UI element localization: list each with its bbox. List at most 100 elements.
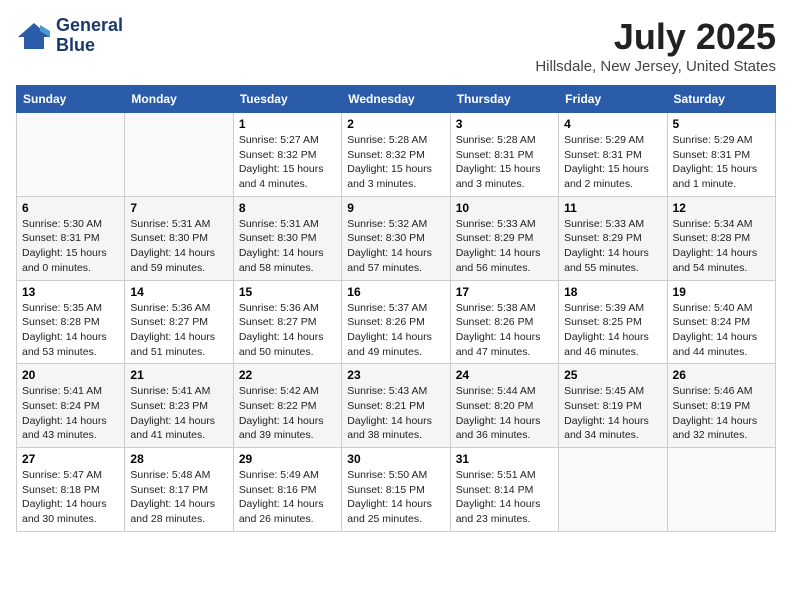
calendar-week-row: 1 Sunrise: 5:27 AMSunset: 8:32 PMDaylight… xyxy=(17,113,776,197)
day-number: 15 xyxy=(239,285,336,299)
day-info: Sunrise: 5:46 AMSunset: 8:19 PMDaylight:… xyxy=(673,384,770,443)
logo-line1: General xyxy=(56,16,123,36)
calendar-cell: 6 Sunrise: 5:30 AMSunset: 8:31 PMDaylight… xyxy=(17,196,125,280)
day-number: 23 xyxy=(347,368,444,382)
day-number: 5 xyxy=(673,117,770,131)
weekday-header: Monday xyxy=(125,86,233,113)
weekday-header: Sunday xyxy=(17,86,125,113)
calendar-table: SundayMondayTuesdayWednesdayThursdayFrid… xyxy=(16,85,776,532)
calendar-week-row: 13 Sunrise: 5:35 AMSunset: 8:28 PMDayligh… xyxy=(17,280,776,364)
day-number: 30 xyxy=(347,452,444,466)
calendar-cell: 7 Sunrise: 5:31 AMSunset: 8:30 PMDaylight… xyxy=(125,196,233,280)
calendar-cell: 25 Sunrise: 5:45 AMSunset: 8:19 PMDayligh… xyxy=(559,364,667,448)
calendar-cell: 14 Sunrise: 5:36 AMSunset: 8:27 PMDayligh… xyxy=(125,280,233,364)
day-info: Sunrise: 5:36 AMSunset: 8:27 PMDaylight:… xyxy=(239,301,336,360)
day-number: 3 xyxy=(456,117,553,131)
day-number: 12 xyxy=(673,201,770,215)
day-info: Sunrise: 5:29 AMSunset: 8:31 PMDaylight:… xyxy=(673,133,770,192)
calendar-cell: 27Sunrise: 5:47 AMSunset: 8:18 PMDayligh… xyxy=(17,448,125,532)
calendar-cell: 22 Sunrise: 5:42 AMSunset: 8:22 PMDayligh… xyxy=(233,364,341,448)
day-info: Sunrise: 5:51 AMSunset: 8:14 PMDaylight:… xyxy=(456,468,553,527)
logo: General Blue xyxy=(16,16,123,56)
logo-icon xyxy=(16,21,52,51)
calendar-cell: 4 Sunrise: 5:29 AMSunset: 8:31 PMDaylight… xyxy=(559,113,667,197)
calendar-cell: 24Sunrise: 5:44 AMSunset: 8:20 PMDayligh… xyxy=(450,364,558,448)
calendar-cell: 17 Sunrise: 5:38 AMSunset: 8:26 PMDayligh… xyxy=(450,280,558,364)
calendar-cell: 18 Sunrise: 5:39 AMSunset: 8:25 PMDayligh… xyxy=(559,280,667,364)
day-number: 19 xyxy=(673,285,770,299)
calendar-cell: 8Sunrise: 5:31 AMSunset: 8:30 PMDaylight… xyxy=(233,196,341,280)
day-info: Sunrise: 5:35 AMSunset: 8:28 PMDaylight:… xyxy=(22,301,119,360)
day-info: Sunrise: 5:37 AMSunset: 8:26 PMDaylight:… xyxy=(347,301,444,360)
calendar-cell: 31 Sunrise: 5:51 AMSunset: 8:14 PMDayligh… xyxy=(450,448,558,532)
day-info: Sunrise: 5:41 AMSunset: 8:23 PMDaylight:… xyxy=(130,384,227,443)
calendar-cell: 5 Sunrise: 5:29 AMSunset: 8:31 PMDaylight… xyxy=(667,113,775,197)
day-number: 17 xyxy=(456,285,553,299)
day-info: Sunrise: 5:28 AMSunset: 8:31 PMDaylight:… xyxy=(456,133,553,192)
day-number: 8 xyxy=(239,201,336,215)
calendar-cell: 11 Sunrise: 5:33 AMSunset: 8:29 PMDayligh… xyxy=(559,196,667,280)
calendar-cell: 3 Sunrise: 5:28 AMSunset: 8:31 PMDaylight… xyxy=(450,113,558,197)
day-info: Sunrise: 5:49 AMSunset: 8:16 PMDaylight:… xyxy=(239,468,336,527)
weekday-header: Wednesday xyxy=(342,86,450,113)
day-info: Sunrise: 5:29 AMSunset: 8:31 PMDaylight:… xyxy=(564,133,661,192)
calendar-cell xyxy=(667,448,775,532)
day-number: 16 xyxy=(347,285,444,299)
page-header: General Blue July 2025 Hillsdale, New Je… xyxy=(16,16,776,75)
day-number: 31 xyxy=(456,452,553,466)
day-info: Sunrise: 5:50 AMSunset: 8:15 PMDaylight:… xyxy=(347,468,444,527)
calendar-body: 1 Sunrise: 5:27 AMSunset: 8:32 PMDaylight… xyxy=(17,113,776,532)
logo-line2: Blue xyxy=(56,36,123,56)
day-info: Sunrise: 5:36 AMSunset: 8:27 PMDaylight:… xyxy=(130,301,227,360)
calendar-cell: 21 Sunrise: 5:41 AMSunset: 8:23 PMDayligh… xyxy=(125,364,233,448)
day-number: 22 xyxy=(239,368,336,382)
day-info: Sunrise: 5:27 AMSunset: 8:32 PMDaylight:… xyxy=(239,133,336,192)
calendar-cell: 28 Sunrise: 5:48 AMSunset: 8:17 PMDayligh… xyxy=(125,448,233,532)
day-number: 26 xyxy=(673,368,770,382)
calendar-cell: 10 Sunrise: 5:33 AMSunset: 8:29 PMDayligh… xyxy=(450,196,558,280)
day-info: Sunrise: 5:30 AMSunset: 8:31 PMDaylight:… xyxy=(22,217,119,276)
day-number: 6 xyxy=(22,201,119,215)
day-info: Sunrise: 5:42 AMSunset: 8:22 PMDaylight:… xyxy=(239,384,336,443)
calendar-header: SundayMondayTuesdayWednesdayThursdayFrid… xyxy=(17,86,776,113)
day-info: Sunrise: 5:38 AMSunset: 8:26 PMDaylight:… xyxy=(456,301,553,360)
day-number: 9 xyxy=(347,201,444,215)
day-number: 7 xyxy=(130,201,227,215)
day-number: 14 xyxy=(130,285,227,299)
day-number: 24 xyxy=(456,368,553,382)
day-number: 13 xyxy=(22,285,119,299)
day-number: 28 xyxy=(130,452,227,466)
day-info: Sunrise: 5:48 AMSunset: 8:17 PMDaylight:… xyxy=(130,468,227,527)
day-info: Sunrise: 5:39 AMSunset: 8:25 PMDaylight:… xyxy=(564,301,661,360)
location-title: Hillsdale, New Jersey, United States xyxy=(535,58,776,75)
day-info: Sunrise: 5:34 AMSunset: 8:28 PMDaylight:… xyxy=(673,217,770,276)
day-number: 21 xyxy=(130,368,227,382)
day-number: 25 xyxy=(564,368,661,382)
day-number: 2 xyxy=(347,117,444,131)
calendar-cell xyxy=(125,113,233,197)
day-number: 11 xyxy=(564,201,661,215)
day-info: Sunrise: 5:31 AMSunset: 8:30 PMDaylight:… xyxy=(130,217,227,276)
day-number: 10 xyxy=(456,201,553,215)
day-number: 18 xyxy=(564,285,661,299)
calendar-cell: 2Sunrise: 5:28 AMSunset: 8:32 PMDaylight… xyxy=(342,113,450,197)
day-info: Sunrise: 5:33 AMSunset: 8:29 PMDaylight:… xyxy=(456,217,553,276)
weekday-header: Thursday xyxy=(450,86,558,113)
calendar-cell: 20Sunrise: 5:41 AMSunset: 8:24 PMDayligh… xyxy=(17,364,125,448)
calendar-cell: 29Sunrise: 5:49 AMSunset: 8:16 PMDayligh… xyxy=(233,448,341,532)
day-number: 4 xyxy=(564,117,661,131)
weekday-row: SundayMondayTuesdayWednesdayThursdayFrid… xyxy=(17,86,776,113)
calendar-cell: 19Sunrise: 5:40 AMSunset: 8:24 PMDayligh… xyxy=(667,280,775,364)
calendar-cell: 16 Sunrise: 5:37 AMSunset: 8:26 PMDayligh… xyxy=(342,280,450,364)
day-info: Sunrise: 5:47 AMSunset: 8:18 PMDaylight:… xyxy=(22,468,119,527)
day-info: Sunrise: 5:41 AMSunset: 8:24 PMDaylight:… xyxy=(22,384,119,443)
calendar-cell: 26 Sunrise: 5:46 AMSunset: 8:19 PMDayligh… xyxy=(667,364,775,448)
day-number: 1 xyxy=(239,117,336,131)
day-info: Sunrise: 5:32 AMSunset: 8:30 PMDaylight:… xyxy=(347,217,444,276)
calendar-cell: 9 Sunrise: 5:32 AMSunset: 8:30 PMDaylight… xyxy=(342,196,450,280)
day-info: Sunrise: 5:33 AMSunset: 8:29 PMDaylight:… xyxy=(564,217,661,276)
calendar-cell: 23Sunrise: 5:43 AMSunset: 8:21 PMDayligh… xyxy=(342,364,450,448)
calendar-week-row: 20Sunrise: 5:41 AMSunset: 8:24 PMDayligh… xyxy=(17,364,776,448)
day-info: Sunrise: 5:45 AMSunset: 8:19 PMDaylight:… xyxy=(564,384,661,443)
calendar-cell xyxy=(559,448,667,532)
